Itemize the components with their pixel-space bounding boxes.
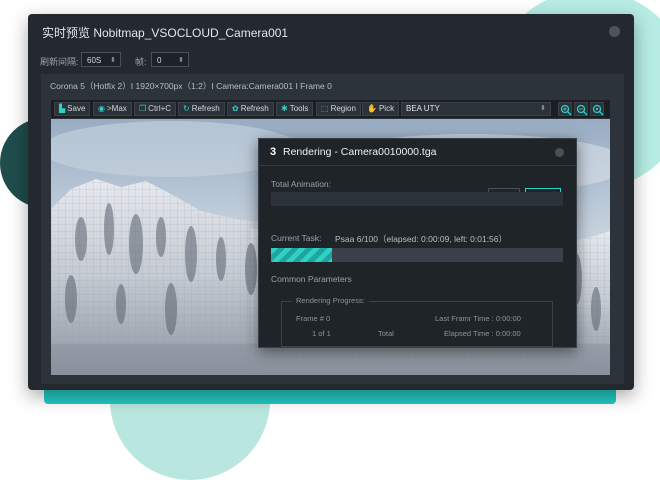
common-parameters-label: Common Parameters <box>271 274 352 284</box>
save-button[interactable]: ▙ Save <box>54 102 91 116</box>
frame-number-label: Frame # 0 <box>296 314 331 323</box>
zoom-out-button[interactable] <box>574 102 588 116</box>
elapsed-time-label: Elapsed Time : 0:00:00 <box>444 329 521 338</box>
rendering-progress-label: Rendering Progress: <box>292 296 369 305</box>
refresh-icon: ↻ <box>183 104 190 113</box>
max-button[interactable]: ◉ >Max <box>93 102 132 116</box>
rendering-dialog: 3 Rendering - Camera0010000.tga Total An… <box>258 138 577 348</box>
current-task-label: Current Task: <box>271 233 322 243</box>
last-frame-time-label: Last Framr Time : 0:00:00 <box>435 314 521 323</box>
rendering-progress-group <box>281 301 553 347</box>
save-icon: ▙ <box>59 104 66 113</box>
hand-icon: ✋ <box>367 104 377 113</box>
viewer-toolbar: ▙ Save ◉ >Max ❐ Ctrl+C ↻ Refresh ✿ Refresh ✱ T… <box>51 100 610 118</box>
pick-button[interactable]: ✋ Pick <box>362 102 400 116</box>
dialog-header: 3 Rendering - Camera0010000.tga <box>259 139 576 166</box>
refresh-region-icon: ✿ <box>232 104 239 113</box>
chevron-down-icon: ⬍ <box>178 57 184 64</box>
total-animation-label: Total Animation: <box>271 179 332 189</box>
max-icon: ◉ <box>98 104 105 113</box>
frame-label: 帧: <box>135 57 147 67</box>
gear-icon: ✱ <box>281 104 288 113</box>
total-label: Total <box>378 329 394 338</box>
task-progress-fill <box>271 248 333 262</box>
title-bar: 实时预览 Nobitmap_VSOCLOUD_Camera001 <box>28 14 634 50</box>
chevron-down-icon: ⬍ <box>110 57 116 64</box>
total-animation-bar <box>271 192 563 206</box>
copy-button[interactable]: ❐ Ctrl+C <box>134 102 177 116</box>
region-icon: ⬚ <box>321 104 329 113</box>
zoom-fit-icon <box>592 104 604 116</box>
zoom-in-icon <box>560 104 572 116</box>
app-logo-icon: 3 <box>270 146 277 158</box>
zoom-fit-button[interactable] <box>590 102 604 116</box>
frame-select[interactable]: 0 ⬍ <box>151 52 189 67</box>
preview-window: 实时预览 Nobitmap_VSOCLOUD_Camera001 刷新间隔: 6… <box>28 14 634 390</box>
chevron-down-icon: ⬍ <box>540 105 546 112</box>
copy-icon: ❐ <box>139 104 147 113</box>
task-progress-bar <box>271 248 563 262</box>
zoom-out-icon <box>576 104 588 116</box>
render-info-text: Corona 5（Hotfix 2）I 1920×700px（1:2）I Cam… <box>50 81 332 91</box>
dialog-close-button[interactable] <box>555 148 564 157</box>
refresh-interval-select[interactable]: 60S ⬍ <box>81 52 121 67</box>
refresh-button[interactable]: ↻ Refresh <box>178 102 225 116</box>
tools-button[interactable]: ✱ Tools <box>276 102 314 116</box>
refresh-interval-label: 刷新间隔: <box>40 57 79 67</box>
zoom-in-button[interactable] <box>558 102 572 116</box>
window-title: 实时预览 Nobitmap_VSOCLOUD_Camera001 <box>42 26 289 40</box>
refresh-region-button[interactable]: ✿ Refresh <box>227 102 274 116</box>
current-task-value: Psaa 6/100（elapsed: 0:00:09, left: 0:01:… <box>335 234 508 244</box>
region-button[interactable]: ⬚ Region <box>316 102 361 116</box>
frame-count-label: 1 of 1 <box>312 329 331 338</box>
channel-select[interactable]: BEA UTY ⬍ <box>401 102 551 116</box>
dialog-title: Rendering - Camera0010000.tga <box>283 146 437 158</box>
window-close-button[interactable] <box>609 26 620 37</box>
